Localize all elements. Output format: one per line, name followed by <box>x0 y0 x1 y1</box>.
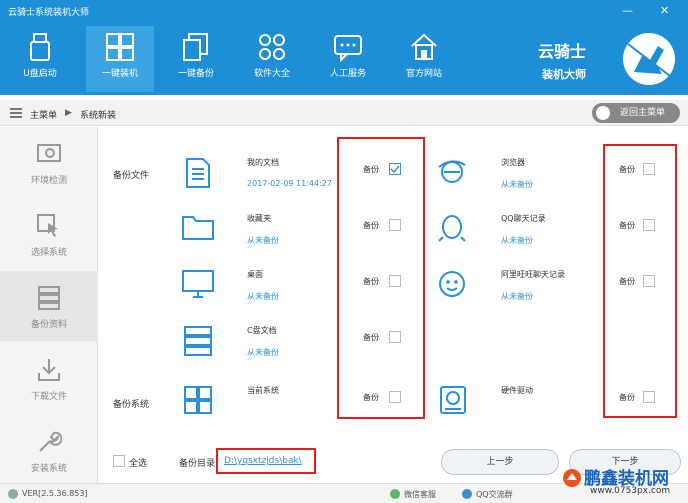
app-header: 云骑士系统装机大师 — ✕ U盘启动 一键装机 一键备份 软件大全 人工服务 官… <box>0 0 688 95</box>
step-select-system[interactable]: 选择系统 <box>0 199 98 269</box>
item-status: 从未备份 <box>501 292 533 301</box>
close-button[interactable]: ✕ <box>660 4 669 17</box>
wrench-icon <box>39 431 62 452</box>
wechat-icon <box>390 489 400 499</box>
item-name: C盘文档 <box>247 326 277 335</box>
highlight-box-right <box>603 144 677 418</box>
highlight-box-left <box>337 137 425 419</box>
nav-website[interactable]: 官方网站 <box>390 26 458 92</box>
item-status: 从未备份 <box>247 236 279 245</box>
version-icon <box>8 489 18 499</box>
item-status: 从未备份 <box>247 292 279 301</box>
env-check-icon <box>37 144 61 162</box>
item-name: 阿里旺旺聊天记录 <box>501 270 565 279</box>
apps-icon <box>259 34 285 60</box>
item-status: 2017-02-09 11:44:27 <box>247 179 332 188</box>
usb-icon <box>30 33 50 61</box>
watermark: 鹏鑫装机网 www.0753px.com <box>560 462 688 502</box>
window-title: 云骑士系统装机大师 <box>8 8 90 18</box>
brand-name: 云骑士 <box>538 42 587 61</box>
step-label: 安装系统 <box>30 464 67 474</box>
nav-label: U盘启动 <box>23 69 57 79</box>
item-status: 从未备份 <box>247 348 279 357</box>
step-sidebar: 环境检测 选择系统 备份资料 下载文件 安装系统 <box>0 127 98 483</box>
home-icon <box>411 33 437 60</box>
step-label: 选择系统 <box>30 248 67 258</box>
menu-icon <box>10 108 22 118</box>
section-backup-system: 备份系统 <box>113 400 150 410</box>
nav-usb-boot[interactable]: U盘启动 <box>6 26 74 92</box>
item-name: 浏览器 <box>501 158 525 167</box>
breadcrumb-current: 系统新装 <box>80 111 117 121</box>
nav-software[interactable]: 软件大全 <box>238 26 306 92</box>
step-backup-data[interactable]: 备份资料 <box>0 271 98 341</box>
back-label: 返回主菜单 <box>620 108 666 118</box>
download-icon <box>38 359 60 381</box>
backup-panel: 备份文件 备份系统 我的文档 2017-02-09 11:44:27 备份 收藏… <box>99 127 688 483</box>
prev-step-button[interactable]: 上一步 <box>441 449 559 475</box>
knight-logo-icon <box>623 33 675 85</box>
nav-label: 一键备份 <box>177 69 214 79</box>
qq-group-link[interactable]: QQ交流群 <box>476 489 513 500</box>
cursor-icon <box>37 214 58 237</box>
item-status: 从未备份 <box>501 180 533 189</box>
harddisk-icon <box>440 386 466 414</box>
nav-one-click-backup[interactable]: 一键备份 <box>162 26 230 92</box>
back-to-main-button[interactable]: 返回主菜单 <box>592 103 680 123</box>
minimize-button[interactable]: — <box>622 4 633 17</box>
item-name: 硬件驱动 <box>501 386 533 395</box>
version-text: VER[2.5.36.853] <box>22 489 88 498</box>
nav-label: 一键装机 <box>101 69 138 79</box>
back-icon <box>596 106 610 120</box>
server-icon <box>184 326 212 356</box>
folder-icon <box>182 216 214 240</box>
breadcrumb-separator: ▶ <box>65 108 72 118</box>
item-name: 我的文档 <box>247 158 279 167</box>
windows-icon <box>184 386 212 414</box>
watermark-url: www.0753px.com <box>590 486 671 496</box>
watermark-logo-icon <box>563 469 581 487</box>
step-label: 下载文件 <box>30 392 67 402</box>
qq-group-icon <box>462 489 472 499</box>
chat-icon <box>334 35 362 62</box>
nav-label: 软件大全 <box>253 69 290 79</box>
item-name: 桌面 <box>247 270 263 279</box>
nav-one-click-install[interactable]: 一键装机 <box>86 26 154 92</box>
breadcrumb-home[interactable]: 主菜单 <box>30 108 57 121</box>
document-icon <box>186 158 210 188</box>
step-label: 环境检测 <box>30 176 67 186</box>
item-name: 当前系统 <box>247 386 279 395</box>
windows-icon <box>106 33 134 61</box>
select-all-label: 全选 <box>129 459 148 469</box>
item-status: 从未备份 <box>501 236 533 245</box>
nav-label: 人工服务 <box>329 69 366 79</box>
backup-dir-link[interactable]: D:\yqsxtzjds\bak\ <box>224 456 302 466</box>
breadcrumb: 主菜单 ▶ 系统新装 返回主菜单 <box>0 100 688 126</box>
step-download[interactable]: 下载文件 <box>0 343 98 413</box>
wangwang-icon <box>439 271 465 297</box>
nav-support[interactable]: 人工服务 <box>314 26 382 92</box>
step-label: 备份资料 <box>30 320 67 330</box>
ie-icon <box>438 160 466 183</box>
item-name: 收藏夹 <box>247 214 271 223</box>
item-name: QQ聊天记录 <box>501 214 546 223</box>
brand-logo: 云骑士 装机大师 <box>528 28 688 92</box>
monitor-icon <box>182 270 214 298</box>
copy-icon <box>183 33 208 61</box>
wechat-service-link[interactable]: 微信客服 <box>404 489 436 500</box>
database-icon <box>38 286 60 310</box>
step-env-check[interactable]: 环境检测 <box>0 127 98 197</box>
checkbox-select-all[interactable] <box>113 455 125 467</box>
step-install[interactable]: 安装系统 <box>0 415 98 485</box>
brand-subtitle: 装机大师 <box>542 68 586 81</box>
nav-label: 官方网站 <box>405 69 442 79</box>
section-backup-files: 备份文件 <box>113 171 150 181</box>
qq-icon <box>438 215 466 242</box>
